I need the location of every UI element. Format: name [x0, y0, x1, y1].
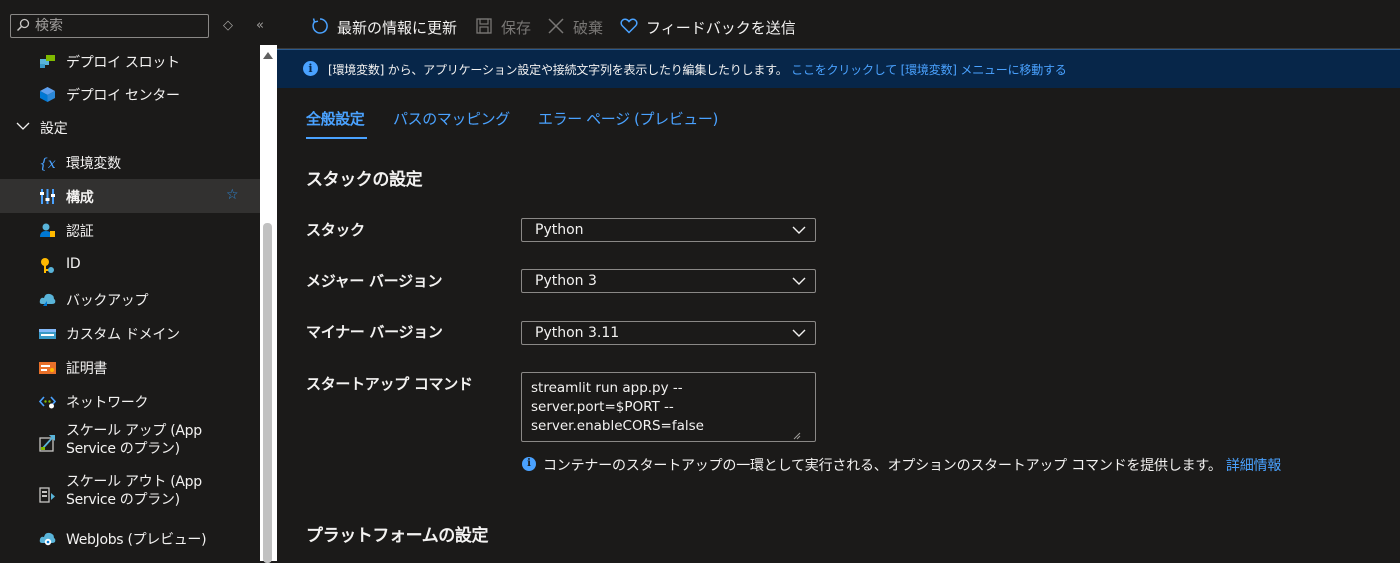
sidebar-item-scale-out[interactable]: スケール アウト (App Service のプラン)	[0, 470, 260, 520]
search-input[interactable]	[35, 16, 205, 36]
tab-error-pages[interactable]: エラー ページ (プレビュー)	[538, 108, 718, 129]
backup-icon	[39, 293, 56, 306]
major-version-label: メジャー バージョン	[306, 272, 443, 290]
info-banner: i [環境変数] から、アプリケーション設定や接続文字列を表示したり編集したりし…	[277, 49, 1400, 88]
scale-up-icon	[39, 435, 55, 452]
save-button[interactable]: 保存	[475, 16, 535, 38]
platform-settings-title: プラットフォームの設定	[306, 526, 489, 546]
sidebar: ◇ « デプロイ スロット デプロイ センター 設定 {x} 環境変数 構成 ☆…	[0, 0, 264, 561]
sidebar-item-certificates[interactable]: 証明書	[0, 350, 260, 384]
webjobs-icon	[39, 532, 56, 546]
scrollbar-thumb[interactable]	[263, 223, 272, 563]
sidebar-item-backup[interactable]: バックアップ	[0, 282, 260, 316]
learn-more-link[interactable]: 詳細情報	[1226, 458, 1281, 474]
info-banner-text: [環境変数] から、アプリケーション設定や接続文字列を表示したり編集したりします…	[328, 63, 1067, 77]
certificate-icon	[39, 362, 56, 374]
save-icon	[476, 18, 492, 34]
identity-icon	[41, 258, 54, 273]
sidebar-item-custom-domain[interactable]: カスタム ドメイン	[0, 316, 260, 350]
tab-strip: 全般設定 パスのマッピング エラー ページ (プレビュー)	[277, 88, 1400, 148]
authentication-icon	[40, 223, 55, 237]
tab-general-settings[interactable]: 全般設定	[306, 108, 365, 129]
major-version-dropdown[interactable]: Python 3	[521, 269, 816, 293]
search-box[interactable]	[10, 14, 209, 38]
sidebar-item-configuration[interactable]: 構成 ☆	[0, 179, 260, 213]
close-icon	[548, 18, 564, 34]
sidebar-item-deployment-slots[interactable]: デプロイ スロット	[0, 44, 260, 78]
tab-path-mappings[interactable]: パスのマッピング	[393, 108, 510, 129]
info-icon: i	[303, 61, 318, 76]
sidebar-item-authentication[interactable]: 認証	[0, 213, 260, 247]
deployment-center-icon	[40, 87, 55, 102]
resize-grip-icon[interactable]	[793, 432, 801, 440]
sidebar-scrollbar[interactable]	[260, 45, 277, 563]
stack-label: スタック	[306, 221, 365, 239]
network-icon	[39, 396, 56, 409]
active-tab-indicator	[306, 137, 367, 139]
minor-version-label: マイナー バージョン	[306, 323, 443, 341]
startup-command-label: スタートアップ コマンド	[306, 375, 473, 393]
startup-command-input[interactable]: streamlit run app.py --server.port=$PORT…	[521, 372, 816, 442]
custom-domain-icon	[39, 329, 56, 339]
stack-settings-title: スタックの設定	[306, 170, 423, 190]
refresh-icon	[312, 18, 328, 34]
minor-version-dropdown[interactable]: Python 3.11	[521, 321, 816, 345]
chevron-down-icon	[792, 277, 806, 285]
search-icon	[16, 18, 30, 32]
chevron-down-icon	[792, 329, 806, 337]
refresh-button[interactable]: 最新の情報に更新	[311, 16, 461, 38]
sort-icon[interactable]: ◇	[220, 18, 236, 34]
svg-text:{x}: {x}	[39, 156, 56, 171]
sidebar-item-scale-up[interactable]: スケール アップ (App Service のプラン)	[0, 419, 260, 469]
info-icon: i	[522, 457, 536, 471]
send-feedback-button[interactable]: フィードバックを送信	[620, 16, 800, 38]
favorite-star-icon[interactable]: ☆	[226, 187, 239, 203]
heart-icon	[620, 18, 638, 34]
configuration-icon	[40, 189, 55, 204]
chevron-down-icon	[792, 226, 806, 234]
scale-out-icon	[39, 487, 55, 503]
go-to-environment-variables-link[interactable]: ここをクリックして [環境変数] メニューに移動する	[791, 63, 1067, 77]
sidebar-item-network[interactable]: ネットワーク	[0, 384, 260, 418]
main-content: 全般設定 パスのマッピング エラー ページ (プレビュー) スタックの設定 スタ…	[277, 88, 1400, 561]
discard-button[interactable]: 破棄	[547, 16, 609, 38]
sidebar-item-webjobs[interactable]: WebJobs (プレビュー)	[0, 521, 260, 555]
sidebar-item-identity[interactable]: ID	[0, 248, 260, 282]
collapse-sidebar-icon[interactable]: «	[252, 18, 268, 34]
scroll-up-arrow-icon[interactable]	[263, 52, 273, 59]
sidebar-item-deployment-center[interactable]: デプロイ センター	[0, 77, 260, 111]
sidebar-group-settings[interactable]: 設定	[0, 110, 260, 144]
sidebar-item-environment-variables[interactable]: {x} 環境変数	[0, 145, 260, 179]
chevron-down-icon	[16, 122, 30, 130]
command-bar: 最新の情報に更新 保存 破棄 フィードバックを送信	[277, 0, 1400, 48]
deployment-slots-icon	[40, 55, 55, 68]
stack-dropdown[interactable]: Python	[521, 218, 816, 242]
environment-variables-icon: {x}	[39, 156, 56, 171]
